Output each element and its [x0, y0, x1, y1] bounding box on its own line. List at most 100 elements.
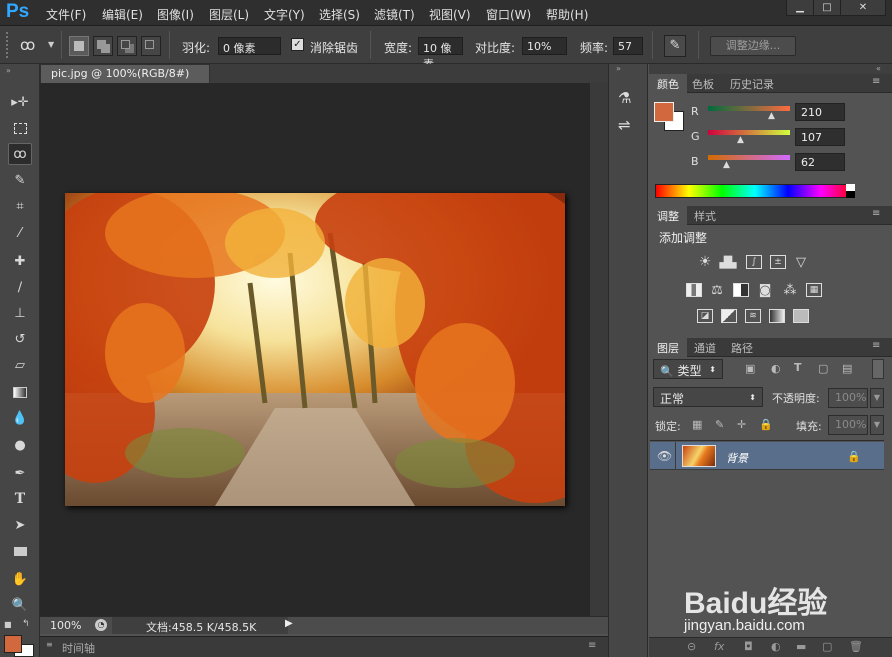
tab-paths[interactable]: 路径 — [723, 338, 761, 357]
tab-channels[interactable]: 通道 — [686, 338, 724, 357]
menu-view[interactable]: 视图(V) — [429, 6, 471, 23]
g-value-input[interactable]: 107 — [795, 128, 845, 146]
threshold-icon[interactable]: ≋ — [745, 309, 761, 323]
b-value-input[interactable]: 62 — [795, 153, 845, 171]
eyedropper-tool-icon[interactable]: ⁄ — [8, 222, 32, 244]
contrast-input[interactable]: 10% — [522, 37, 567, 55]
subtract-selection-button[interactable] — [117, 36, 137, 56]
tablet-pressure-icon[interactable]: ✎ — [664, 35, 686, 57]
move-tool-icon[interactable]: ▸✛ — [8, 91, 32, 113]
new-selection-button[interactable] — [69, 36, 89, 56]
vibrance-icon[interactable]: ▽ — [793, 255, 809, 270]
width-input[interactable]: 10 像素 — [418, 37, 463, 71]
black-white-icon[interactable] — [733, 283, 749, 297]
panels-collapse-icon[interactable]: « — [876, 64, 881, 73]
vertical-scrollbar[interactable] — [590, 83, 608, 616]
exposure-icon[interactable]: ± — [770, 255, 786, 269]
gradient-map-icon[interactable] — [769, 309, 785, 323]
layer-thumbnail[interactable] — [682, 445, 716, 467]
properties-panel-icon[interactable]: ⇌ — [618, 116, 631, 134]
menu-type[interactable]: 文字(Y) — [264, 6, 305, 23]
fill-dropdown-icon[interactable]: ▼ — [870, 415, 884, 435]
menu-file[interactable]: 文件(F) — [46, 6, 86, 23]
menu-select[interactable]: 选择(S) — [319, 6, 360, 23]
foreground-color-swatch[interactable] — [4, 635, 22, 653]
filter-type-icon[interactable]: T — [794, 361, 802, 374]
color-balance-icon[interactable]: ⚖ — [709, 283, 725, 298]
r-value-input[interactable]: 210 — [795, 103, 845, 121]
timeline-label[interactable]: 时间轴 — [62, 640, 95, 656]
tab-adjustments[interactable]: 调整 — [649, 206, 687, 225]
clone-stamp-tool-icon[interactable]: ⊥ — [8, 302, 32, 324]
hand-tool-icon[interactable]: ✋ — [8, 568, 32, 590]
link-layers-icon[interactable]: ⊝ — [687, 640, 696, 653]
timeline-menu-icon[interactable]: ≡ — [588, 640, 596, 651]
layer-filter-dropdown[interactable]: 🔍 类型 ⬍ — [653, 359, 723, 379]
path-select-tool-icon[interactable]: ➤ — [8, 514, 32, 536]
invert-icon[interactable]: ◪ — [697, 309, 713, 323]
maximize-button[interactable]: □ — [813, 0, 841, 16]
crop-tool-icon[interactable]: ⌗ — [8, 195, 32, 217]
pen-tool-icon[interactable]: ✒ — [8, 462, 32, 484]
channel-mixer-icon[interactable]: ⁂ — [782, 283, 798, 298]
color-spectrum-ramp[interactable] — [655, 184, 855, 198]
menu-layer[interactable]: 图层(L) — [209, 6, 249, 23]
options-grip[interactable] — [6, 32, 10, 58]
healing-brush-tool-icon[interactable]: ✚ — [8, 250, 32, 272]
filter-adjustment-icon[interactable]: ◐ — [771, 362, 781, 375]
frequency-input[interactable]: 57 — [613, 37, 643, 55]
opacity-input[interactable]: 100% — [828, 388, 868, 408]
b-slider[interactable] — [708, 155, 790, 160]
lock-position-icon[interactable]: ✛ — [737, 418, 746, 431]
brush-tool-icon[interactable]: ∕ — [8, 276, 32, 298]
tab-history[interactable]: 历史记录 — [722, 74, 782, 93]
feather-input[interactable]: 0 像素 — [218, 37, 281, 55]
r-slider-thumb[interactable]: ▲ — [768, 111, 775, 121]
close-button[interactable]: ✕ — [840, 0, 886, 16]
opacity-dropdown-icon[interactable]: ▼ — [870, 388, 884, 408]
new-adjustment-layer-icon[interactable]: ◐ — [771, 640, 781, 653]
menu-filter[interactable]: 滤镜(T) — [374, 6, 415, 23]
tab-color[interactable]: 颜色 — [649, 74, 687, 93]
filter-smart-object-icon[interactable]: ▤ — [842, 362, 852, 375]
layer-visibility-eye-icon[interactable]: 👁 — [657, 449, 672, 463]
add-selection-button[interactable] — [93, 36, 113, 56]
filter-shape-icon[interactable]: ▢ — [818, 362, 828, 375]
toolbox-collapse-icon[interactable]: » — [6, 66, 11, 75]
lasso-preset-icon[interactable]: ꝏ — [20, 36, 35, 54]
dock-collapse-icon[interactable]: » — [616, 64, 621, 73]
quick-select-tool-icon[interactable]: ✎ — [8, 169, 32, 191]
preset-dropdown-arrow-icon[interactable]: ▼ — [48, 40, 54, 49]
magnetic-lasso-tool-icon[interactable]: ꝏ — [8, 143, 32, 165]
blur-tool-icon[interactable]: 💧 — [8, 407, 32, 429]
status-menu-arrow-icon[interactable]: ▶ — [285, 618, 293, 629]
b-slider-thumb[interactable]: ▲ — [723, 160, 730, 170]
posterize-icon[interactable] — [721, 309, 737, 323]
fill-input[interactable]: 100% — [828, 415, 868, 435]
selective-color-icon[interactable] — [793, 309, 809, 323]
tab-styles[interactable]: 样式 — [686, 206, 724, 225]
adjustments-menu-icon[interactable]: ≡ — [872, 208, 880, 219]
panel-foreground-swatch[interactable] — [654, 102, 674, 122]
rectangle-tool-icon[interactable] — [8, 540, 32, 562]
type-tool-icon[interactable]: T — [8, 488, 32, 510]
layers-menu-icon[interactable]: ≡ — [872, 340, 880, 351]
tab-swatches[interactable]: 色板 — [684, 74, 722, 93]
hue-saturation-icon[interactable] — [686, 283, 702, 297]
autumn-forest-photo[interactable] — [65, 193, 565, 506]
menu-help[interactable]: 帮助(H) — [546, 6, 588, 23]
menu-window[interactable]: 窗口(W) — [486, 6, 531, 23]
marquee-tool-icon[interactable] — [8, 117, 32, 139]
swap-colors-icon[interactable]: ↰ — [22, 619, 30, 629]
filter-toggle[interactable] — [872, 359, 884, 379]
default-colors-icon[interactable]: ■ — [4, 620, 12, 629]
timeline-grip-icon[interactable]: ≡ — [46, 640, 53, 649]
color-lookup-icon[interactable]: ▦ — [806, 283, 822, 297]
lock-all-icon[interactable]: 🔒 — [759, 418, 773, 431]
levels-icon[interactable]: ▟▙ — [720, 255, 737, 269]
blend-mode-dropdown[interactable]: 正常 ⬍ — [653, 387, 763, 407]
intersect-selection-button[interactable] — [141, 36, 161, 56]
tab-layers[interactable]: 图层 — [649, 338, 687, 357]
zoom-tool-icon[interactable]: 🔍 — [8, 594, 32, 616]
brightness-icon[interactable]: ☀ — [697, 254, 713, 270]
